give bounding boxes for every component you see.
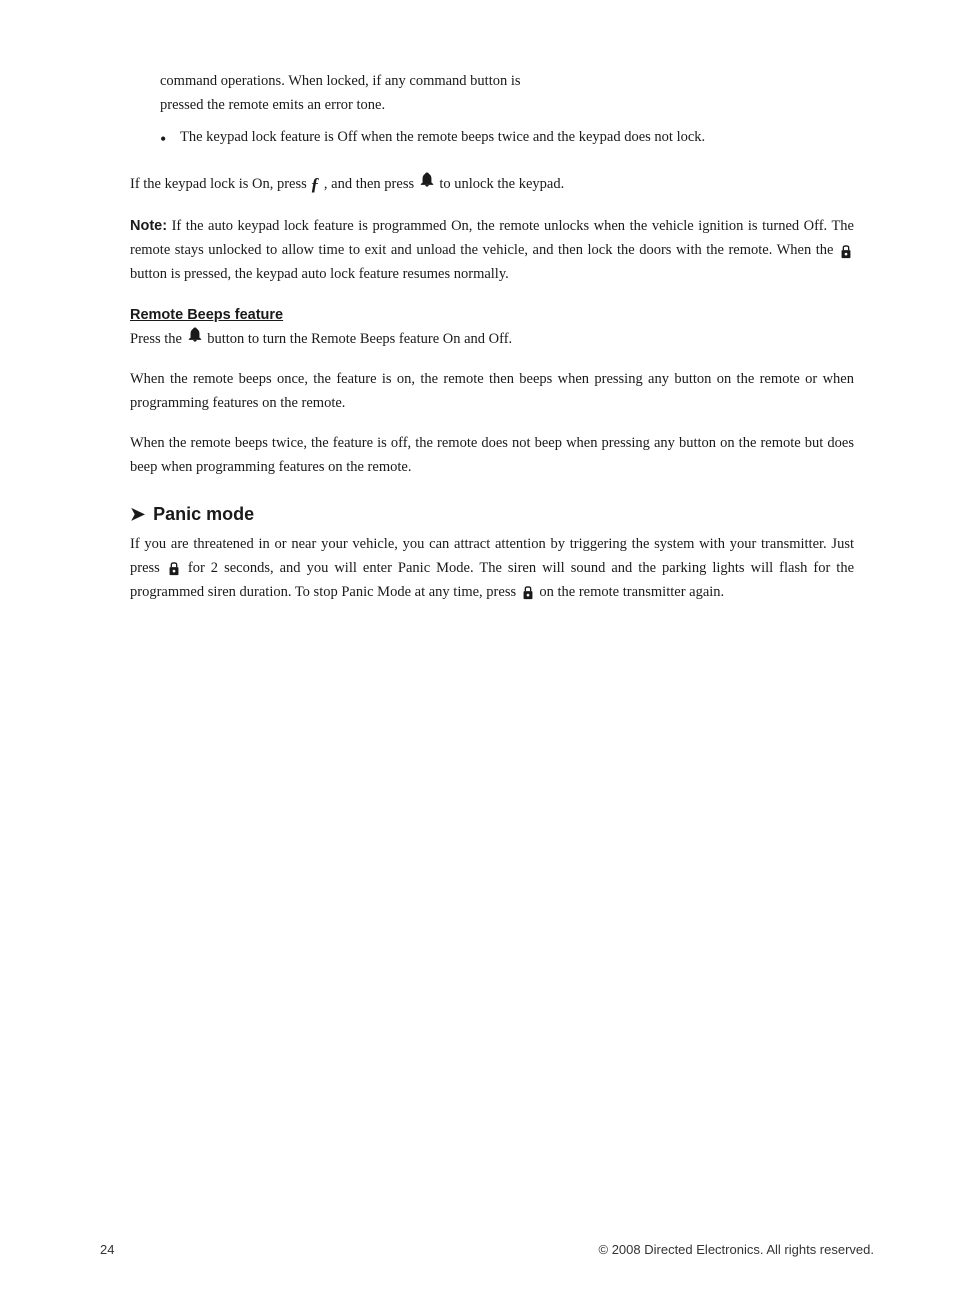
bullet-dot: • [160,126,180,154]
remote-beeps-heading-text: Remote Beeps feature [130,307,283,323]
beeps-once-para: When the remote beeps once, the feature … [130,368,854,416]
panic-para: If you are threatened in or near your ve… [130,533,854,605]
lock-icon-panic2 [521,584,535,600]
bullet-item-1: • The keypad lock feature is Off when th… [160,126,854,154]
panic-text-2: for 2 seconds, and you will enter Panic … [130,560,854,600]
beeps-twice-para: When the remote beeps twice, the feature… [130,432,854,480]
bullet-text-1: The keypad lock feature is Off when the … [180,126,854,154]
intro-text: command operations. When locked, if any … [160,73,521,89]
note-label: Note: [130,218,167,234]
unlock-text-2: , and then press [324,176,414,192]
panic-heading-text: Panic mode [153,504,254,525]
unlock-para: If the keypad lock is On, press ƒ , and … [130,170,854,200]
panic-text-3: on the remote transmitter again. [539,584,724,600]
bell-icon-remote [187,327,203,352]
intro-block: command operations. When locked, if any … [160,70,854,118]
copyright-text: © 2008 Directed Electronics. All rights … [599,1242,874,1257]
note-text: If the auto keypad lock feature is progr… [130,218,854,258]
page-number: 24 [100,1242,114,1257]
remote-beeps-heading: Remote Beeps feature [130,307,854,323]
beeps-once-text: When the remote beeps once, the feature … [130,371,854,411]
remote-beeps-intro: Press the button to turn the Remote Beep… [130,327,854,352]
f-button-icon: ƒ [310,174,324,194]
note-para: Note: If the auto keypad lock feature is… [130,215,854,287]
lock-icon-note [839,243,853,259]
intro-text2: pressed the remote emits an error tone. [160,97,385,113]
rbi-text1: Press the [130,331,182,347]
panic-mode-heading: ➤ Panic mode [130,504,854,525]
note-text2: button is pressed, the keypad auto lock … [130,266,509,282]
unlock-text-3: to unlock the keypad. [439,176,564,192]
rbi-text2: button to turn the Remote Beeps feature … [207,331,512,347]
arrow-icon: ➤ [130,504,145,525]
beeps-twice-text: When the remote beeps twice, the feature… [130,435,854,475]
bell-icon-unlock [419,172,435,197]
unlock-text-1: If the keypad lock is On, press [130,176,307,192]
page: command operations. When locked, if any … [0,0,954,1297]
page-footer: 24 © 2008 Directed Electronics. All righ… [100,1242,874,1257]
page-content: command operations. When locked, if any … [100,60,874,605]
lock-icon-panic1 [167,560,181,576]
